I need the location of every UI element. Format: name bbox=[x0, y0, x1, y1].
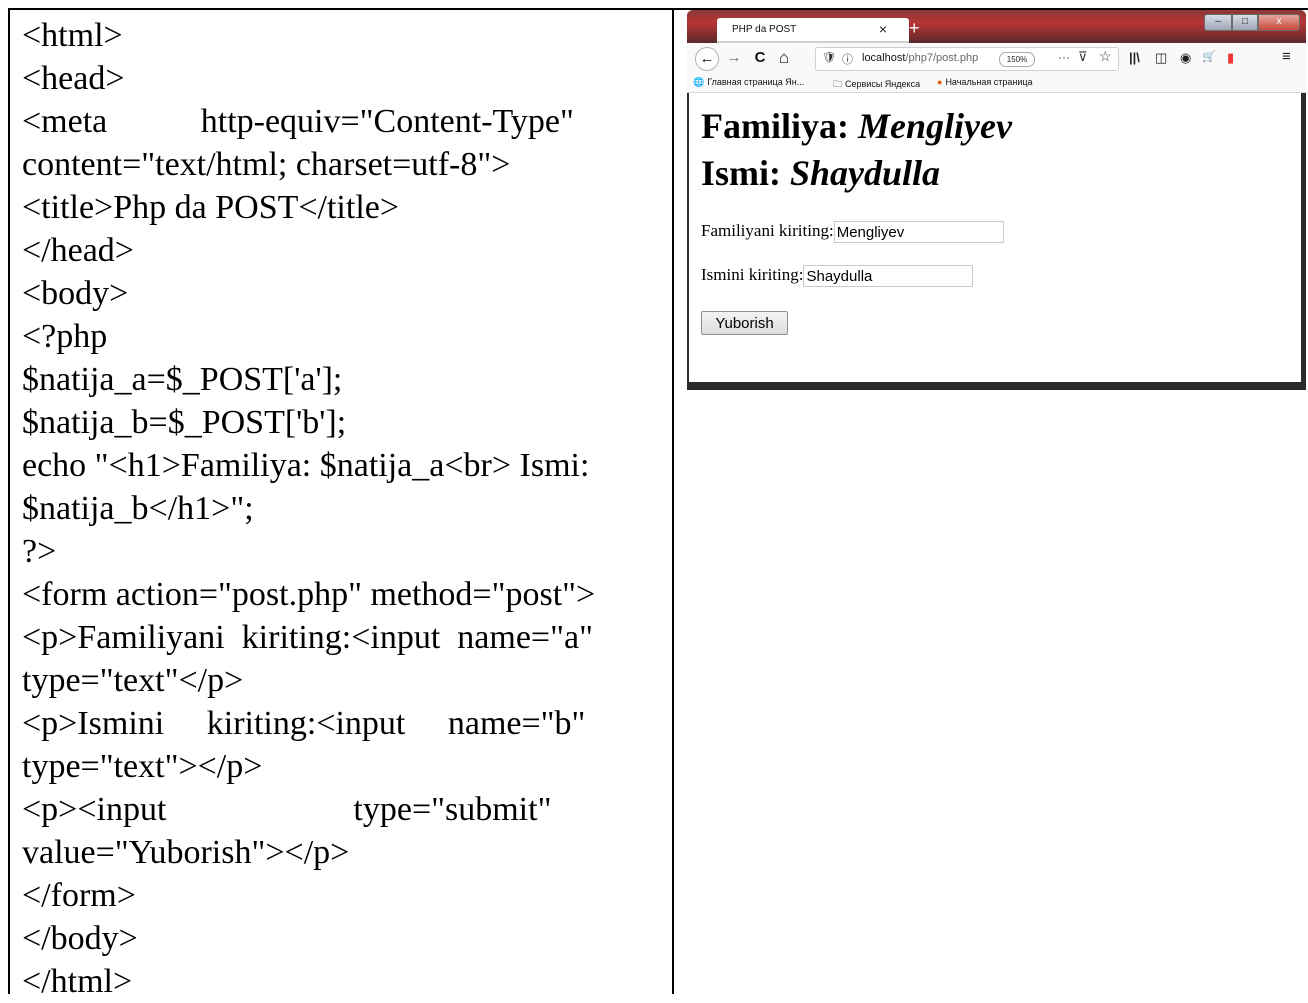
code-line: ?> bbox=[22, 533, 57, 570]
familiya-label: Familiya: bbox=[701, 106, 849, 146]
familiya-field-row: Familiyani kiriting: bbox=[701, 221, 1004, 244]
library-icon[interactable]: ||\ bbox=[1129, 50, 1140, 65]
more-actions-icon[interactable]: ··· bbox=[1058, 50, 1070, 64]
ismi-field-label: Ismini kiriting: bbox=[701, 265, 804, 284]
reload-button[interactable]: C bbox=[749, 47, 771, 69]
code-line: content="text/html; charset=utf-8"> bbox=[22, 146, 511, 183]
result-heading: Familiya: Mengliyev Ismi: Shaydulla bbox=[701, 103, 1012, 197]
bookmark-item[interactable]: 🌐 Главная страница Ян... bbox=[693, 77, 804, 88]
maximize-button[interactable]: □ bbox=[1232, 14, 1258, 31]
url-path: /php7/post.php bbox=[905, 52, 979, 64]
code-line: </html> bbox=[22, 963, 133, 1000]
code-line: <meta http-equiv="Content-Type" bbox=[22, 103, 574, 140]
browser-window: PHP da POST × + – □ x ← → C ⌂ 🛡 ⓘ localh… bbox=[687, 10, 1306, 390]
globe-icon: 🌐 bbox=[693, 77, 705, 87]
code-line: <form action="post.php" method="post"> bbox=[22, 576, 596, 613]
code-line: <p>Familiyani kiriting:<input name="a" bbox=[22, 619, 593, 656]
code-line: <p>Ismini kiriting:<input name="b" bbox=[22, 705, 586, 742]
sidebar-icon[interactable]: ◫ bbox=[1155, 50, 1167, 66]
code-line: <head> bbox=[22, 60, 125, 97]
home-button[interactable]: ⌂ bbox=[773, 47, 795, 69]
cart-icon[interactable]: 🛒 bbox=[1202, 50, 1216, 63]
navigation-toolbar: ← → C ⌂ 🛡 ⓘ localhost/php7/post.php 150%… bbox=[687, 43, 1306, 74]
bookmark-label: Главная страница Ян... bbox=[707, 77, 805, 87]
forward-button[interactable]: → bbox=[723, 47, 745, 69]
code-line: $natija_b=$_POST['b']; bbox=[22, 404, 347, 441]
bookmark-star-icon[interactable]: ☆ bbox=[1099, 48, 1112, 65]
shield-icon: 🛡 bbox=[822, 52, 836, 64]
ismi-field-row: Ismini kiriting: bbox=[701, 265, 974, 288]
ismi-line: Ismi: Shaydulla bbox=[701, 150, 1012, 197]
new-tab-button[interactable]: + bbox=[909, 18, 920, 38]
code-line: <html> bbox=[22, 17, 123, 54]
close-window-button[interactable]: x bbox=[1258, 14, 1300, 31]
table-left-border bbox=[8, 8, 10, 994]
code-line: <p><input type="submit" bbox=[22, 791, 552, 828]
familiya-field-label: Familiyani kiriting: bbox=[701, 221, 834, 240]
ismi-input[interactable] bbox=[803, 265, 974, 288]
pocket-icon[interactable]: ⊽ bbox=[1078, 49, 1088, 65]
folder-icon: 🗀 bbox=[833, 79, 843, 89]
ismi-label: Ismi: bbox=[701, 153, 781, 193]
url-text[interactable]: localhost/php7/post.php bbox=[862, 52, 978, 64]
familiya-line: Familiya: Mengliyev bbox=[701, 103, 1012, 150]
familiya-input[interactable] bbox=[833, 221, 1004, 244]
bookmark-label: Начальная страница bbox=[945, 77, 1033, 87]
familiya-value: Mengliyev bbox=[857, 106, 1012, 146]
code-line: <body> bbox=[22, 275, 129, 312]
minimize-button[interactable]: – bbox=[1204, 14, 1232, 31]
bookmark-item[interactable]: ● Начальная страница bbox=[937, 77, 1033, 87]
bookmark-label: Сервисы Яндекса bbox=[845, 79, 921, 89]
code-listing: <html> <head> <meta http-equiv="Content-… bbox=[22, 14, 658, 1003]
back-button[interactable]: ← bbox=[695, 47, 719, 71]
code-line: $natija_a=$_POST['a']; bbox=[22, 361, 343, 398]
code-line: <?php bbox=[22, 318, 108, 355]
code-line: echo "<h1>Familiya: $natija_a<br> Ismi: bbox=[22, 447, 590, 484]
submit-button[interactable]: Yuborish bbox=[701, 311, 788, 335]
menu-icon[interactable]: ≡ bbox=[1282, 48, 1291, 65]
code-line: value="Yuborish"></p> bbox=[22, 834, 350, 871]
code-line: type="text"</p> bbox=[22, 662, 244, 699]
code-line: <title>Php da POST</title> bbox=[22, 189, 400, 226]
ismi-value: Shaydulla bbox=[790, 153, 941, 193]
code-line: type="text"></p> bbox=[22, 748, 263, 785]
code-line: </form> bbox=[22, 877, 136, 914]
browser-tab[interactable]: PHP da POST × bbox=[717, 18, 909, 43]
info-icon[interactable]: ⓘ bbox=[842, 51, 853, 67]
url-host: localhost bbox=[862, 52, 906, 64]
title-bar: PHP da POST × + – □ x bbox=[687, 10, 1306, 43]
code-line: </body> bbox=[22, 920, 138, 957]
zoom-level-badge[interactable]: 150% bbox=[999, 52, 1035, 67]
bookmark-item[interactable]: 🗀 Сервисы Яндекса bbox=[833, 77, 920, 93]
tab-title: PHP da POST bbox=[732, 24, 797, 35]
window-controls: – □ x bbox=[1204, 14, 1300, 31]
code-line: $natija_b</h1>"; bbox=[22, 490, 254, 527]
account-icon[interactable]: ◉ bbox=[1180, 50, 1191, 66]
page-content: Familiya: Mengliyev Ismi: Shaydulla Fami… bbox=[689, 93, 1301, 382]
close-icon[interactable]: × bbox=[879, 21, 887, 37]
code-line: </head> bbox=[22, 232, 134, 269]
table-column-divider bbox=[672, 8, 674, 994]
flag-icon[interactable]: ▮ bbox=[1227, 50, 1234, 66]
url-bar[interactable]: 🛡 ⓘ localhost/php7/post.php 150% ··· ⊽ ☆ bbox=[815, 47, 1119, 71]
bookmarks-bar: 🌐 Главная страница Ян... 🗀 Сервисы Яндекса… bbox=[687, 74, 1306, 93]
firefox-icon: ● bbox=[937, 77, 943, 87]
